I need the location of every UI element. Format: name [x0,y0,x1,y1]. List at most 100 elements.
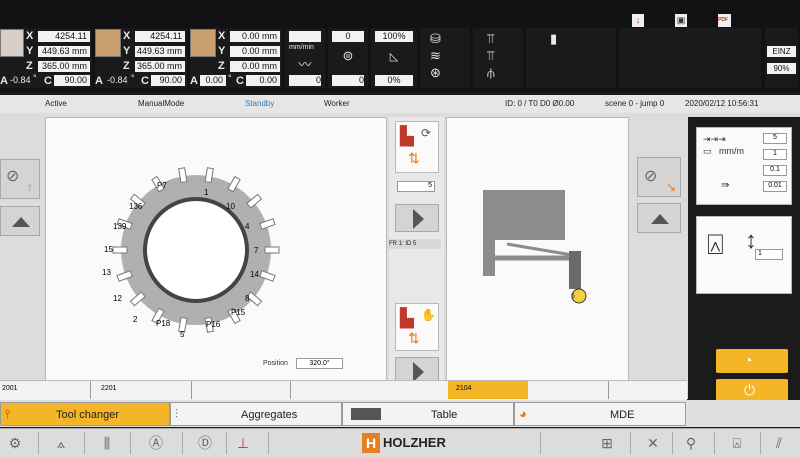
spindle-load-value: 0 [332,75,364,86]
machine-status-bar: ↓ ▣ PDF X 4254.11 mm Y 449.63 mm Z 365.0… [0,0,800,92]
position-label: Position [263,360,288,367]
a-value: 0.00 [200,75,226,86]
step-value[interactable]: 5 [763,133,787,144]
left-side-column: ⊘ ↑ [0,121,42,391]
tab-label: Table [431,409,458,421]
tool-changer-icon: ⫯ [5,407,11,421]
tool-label[interactable]: 1 [204,188,208,197]
settings-icon[interactable]: ⚙ [4,433,26,453]
coordinate-block-2: X 4254.11 mm Y 449.63 mm Z 365.00 mm A -… [95,28,187,88]
main-area: ⊘ ↑ P7 1 10 4 7 14 8 P15 P16 5 P18 2 12 … [0,113,800,403]
step-value[interactable]: 1 [763,149,787,160]
lock-icon[interactable]: ▣ [675,14,687,27]
tool-label[interactable]: P7 [157,181,167,190]
spindle-icon[interactable]: ⊥ [232,433,254,453]
tank-icon: ⛁ [430,31,441,46]
axis-z-label: Z [218,60,225,72]
tool-label[interactable]: 5 [180,330,184,339]
spindle-tool-view[interactable]: ▙ ⟳ ⇅ [395,121,439,173]
c-value: 90.00 [151,75,185,86]
step-value[interactable]: 0.1 [763,165,787,176]
height-control-box: ⍓ ↕ 1 [696,216,792,294]
tool-number-field[interactable]: 5 [397,181,435,192]
download-icon[interactable]: ↓ [632,14,644,27]
override-bottom-value: 0% [375,75,413,86]
standby-label: Standby [245,99,275,108]
tool-label[interactable]: 13 [102,268,111,277]
axis-y-label: Y [123,45,131,57]
mode-block: EINZ 90% [765,28,798,88]
tool-label[interactable]: P15 [231,308,245,317]
tab-table[interactable]: Table [342,402,514,426]
oil-bottle-icon: ▮ [550,31,558,46]
separator [714,432,715,454]
einz-percent: 90% [767,63,796,74]
fr-id-label: FR 1: ID 5 [389,239,441,249]
aggregate-view-button[interactable]: ⊘ ↘ [637,157,681,197]
scroll-up-button[interactable] [637,203,681,233]
brand-name: HOLZHER [383,435,446,450]
enter-icon: ⇛ [721,180,730,191]
tool-label[interactable]: 139 [113,222,126,231]
tool-label[interactable]: P16 [206,320,220,329]
x-value: 0.00 mm [230,31,280,42]
menu-lines-icon[interactable]: ⫽ [768,433,790,453]
y-value: 449.63 mm [38,46,90,57]
tab-mde[interactable]: ◕ MDE [514,402,686,426]
diagnosis-icon[interactable]: Ⓓ [194,433,216,453]
active-label: Active [45,99,67,108]
hand-icon: ✋ [421,308,436,322]
separator [84,432,85,454]
sync-button[interactable]: ◔ [716,349,788,373]
add-icon[interactable]: ⊞ [596,433,618,453]
wave-icon: 〰 [298,57,312,72]
tool-pocket [112,246,128,254]
clamp-icon: ⫪ [487,48,495,63]
transfer-right-button[interactable] [395,204,439,232]
auto-mode-icon[interactable]: Ⓐ [145,433,167,453]
brand-logo: H HOLZHER [362,433,450,453]
compass-icon[interactable]: ⟑ [50,433,72,453]
tool-label[interactable]: 14 [250,270,259,279]
tool-label[interactable]: P18 [156,319,170,328]
tool-label[interactable]: 2 [133,315,137,324]
axis-y-label: Y [26,45,34,57]
tool-label[interactable]: 15 [104,245,113,254]
spindle-icon: ⊜ [342,48,354,63]
axis-a-label: A [0,75,8,87]
mde-icon: ◕ [519,406,527,421]
height-select[interactable]: 1 [755,249,783,260]
separator [182,432,183,454]
aggregate-tool-view[interactable]: ▙ ✋ ⇅ [395,303,439,351]
axis-x-label: X [123,30,131,42]
pdf-icon[interactable]: PDF [718,14,731,27]
rotation-icon: ⟳ [421,126,432,140]
a-value: -0.84 [10,75,31,85]
bottom-toolbar: ⚙ ⟑ ⫼ Ⓐ Ⓓ ⊥ H HOLZHER ⊞ ✕ ⚲ ⍓ ⫽ [0,428,800,458]
tab-aggregates[interactable]: ⫶ Aggregates [170,402,342,426]
tool-label[interactable]: 4 [245,222,249,231]
footer-cell [290,381,386,399]
tool-pocket [264,246,280,254]
triangle-up-icon [12,217,30,227]
tool-label[interactable]: 7 [254,246,258,255]
tools-icon[interactable]: ⫼ [96,433,118,453]
aggregates-icon: ⫶ [175,407,179,421]
changer-view-button[interactable]: ⊘ ↑ [0,159,40,199]
press-icon[interactable]: ⍓ [726,433,748,453]
nextec-icon[interactable]: ✕ [642,433,664,453]
scroll-up-button[interactable] [0,206,40,236]
tab-label: Aggregates [241,409,298,421]
tool-label[interactable]: 8 [245,294,249,303]
table-icon [351,408,381,420]
tool-label[interactable]: 136 [129,202,142,211]
wrench-icon[interactable]: ⚲ [680,433,702,453]
tool-label[interactable]: 12 [113,294,122,303]
feed-block: mm/min 〰 0 [285,28,325,88]
axis-c-label: C [236,75,244,87]
z-value: 365.00 mm [135,61,185,72]
tab-tool-changer[interactable]: ⫯ Tool changer [0,402,170,426]
step-value[interactable]: 0.01 [763,181,787,192]
tool-label[interactable]: 10 [226,202,235,211]
aggregate-icon: ⊘ [644,168,658,185]
